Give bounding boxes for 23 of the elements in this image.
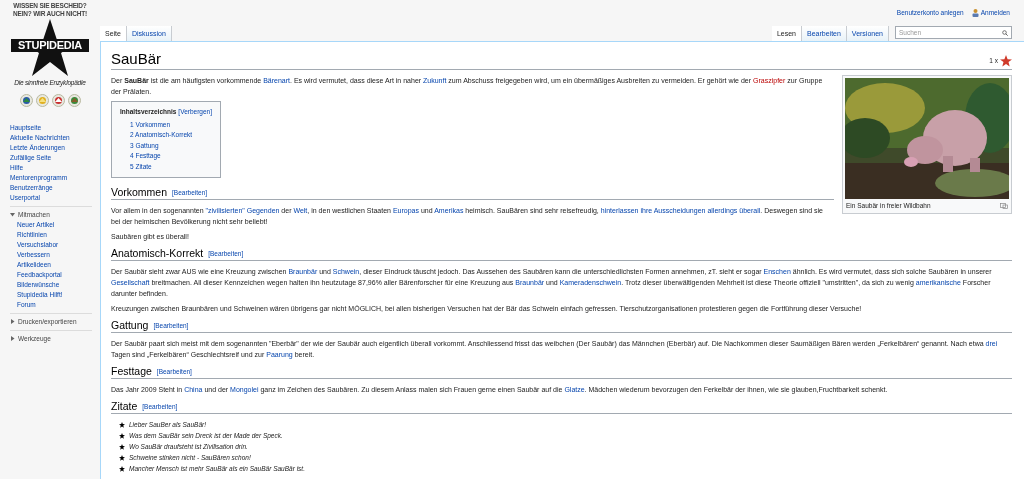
section-heading: Gattung bbox=[111, 318, 149, 333]
page-title: SauBär bbox=[111, 50, 162, 68]
bullet-star-icon bbox=[119, 465, 125, 472]
bullet-star-icon bbox=[119, 454, 125, 461]
bullet-star-icon bbox=[119, 421, 125, 428]
collapsed-caret-icon bbox=[10, 319, 15, 325]
medal-icon bbox=[51, 93, 65, 107]
enlarge-icon[interactable] bbox=[1000, 202, 1008, 209]
collapsed-caret-icon bbox=[10, 336, 15, 342]
section-heading: Festtage bbox=[111, 364, 152, 379]
logo-text: STUPIDEDIA bbox=[11, 39, 89, 52]
medal-icon bbox=[19, 93, 33, 107]
section-heading: Zitate bbox=[111, 399, 138, 414]
bullet-star-icon bbox=[119, 443, 125, 450]
star-icon bbox=[1000, 55, 1012, 67]
medal-icon bbox=[67, 93, 81, 107]
section-heading: Vorkommen bbox=[111, 185, 168, 200]
user-icon bbox=[971, 9, 979, 17]
search-icon[interactable] bbox=[1002, 29, 1008, 36]
bullet-star-icon bbox=[119, 432, 125, 439]
expanded-caret-icon bbox=[10, 212, 15, 218]
section-heading: Anatomisch-Korrekt bbox=[111, 246, 204, 261]
medal-icon bbox=[35, 93, 49, 107]
